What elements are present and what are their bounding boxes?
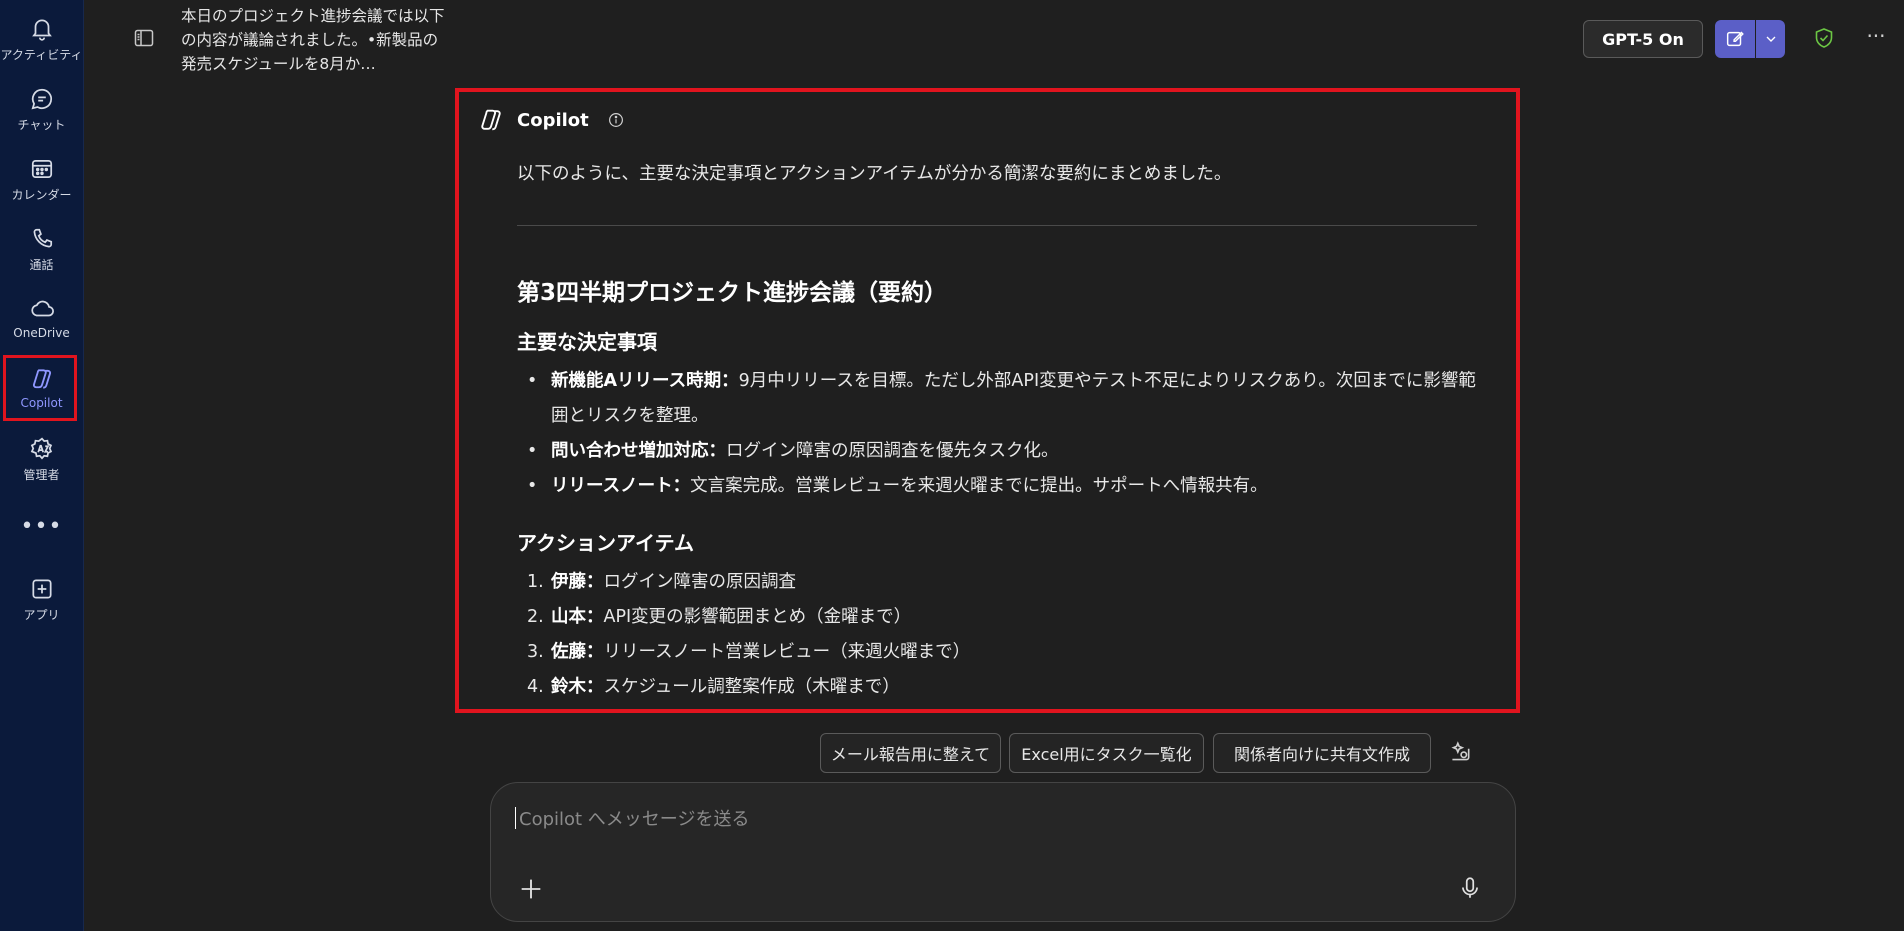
bullet: • [527, 371, 538, 391]
chevron-down-icon [1766, 36, 1775, 42]
gpt5-toggle-button[interactable]: GPT-5 On [1583, 20, 1703, 58]
rail-item-apps[interactable]: アプリ [0, 566, 83, 632]
more-options-button[interactable]: ··· [1862, 26, 1890, 52]
highlight-box [3, 355, 77, 421]
list-item: • 問い合わせ増加対応：ログイン障害の原因調査を優先タスク化。 [517, 434, 1477, 469]
rail-item-activity[interactable]: アクティビティ [0, 6, 83, 72]
add-app-icon [31, 579, 52, 599]
task-text: API変更の影響範囲まとめ（金曜まで） [603, 607, 912, 627]
microphone-button[interactable] [1457, 874, 1483, 902]
assignee: 鈴木： [551, 677, 604, 697]
info-icon[interactable] [607, 111, 625, 129]
message-input[interactable] [517, 801, 1421, 837]
bullet: • [527, 476, 538, 496]
new-chat-dropdown-button[interactable] [1756, 20, 1785, 58]
suggestion-chip-share[interactable]: 関係者向けに共有文作成 [1213, 733, 1431, 773]
more-apps-button[interactable]: ••• [0, 510, 83, 542]
rail-item-label: アプリ [23, 608, 60, 622]
compose-icon [1726, 31, 1744, 47]
chat-title[interactable]: 本日のプロジェクト進捗会議では以下の内容が議論されました。•新製品の発売スケジュ… [181, 4, 451, 76]
list-item: • 新機能Aリリース時期：9月中リリースを目標。ただし外部API変更やテスト不足… [517, 364, 1477, 434]
text-caret [515, 807, 516, 829]
response-header: Copilot [477, 105, 625, 135]
phone-icon [33, 228, 52, 248]
rail-item-label: 通話 [29, 258, 54, 272]
chat-icon [31, 88, 52, 110]
item-number: 4. [527, 677, 544, 697]
bell-icon [31, 19, 52, 41]
list-item: • リリースノート：文言案完成。営業レビューを来週火曜までに提出。サポートへ情報… [517, 469, 1477, 504]
bullet: • [527, 441, 538, 461]
decision-text: 文言案完成。営業レビューを来週火曜までに提出。サポートへ情報共有。 [690, 476, 1268, 496]
rail-item-label: カレンダー [11, 188, 72, 202]
attach-button[interactable] [517, 875, 545, 903]
plus-icon [521, 879, 541, 899]
rail-item-calendar[interactable]: カレンダー [0, 146, 83, 212]
rail-item-label: OneDrive [13, 326, 70, 340]
item-number: 3. [527, 642, 544, 662]
assignee: 山本： [551, 607, 604, 627]
shield-check-icon [1815, 28, 1833, 48]
rail-item-admin[interactable]: 管理者 [0, 426, 83, 492]
decision-term: 新機能Aリリース時期： [551, 371, 739, 391]
app-rail: アクティビティ チャット カレンダー 通話 OneDrive Copilot 管… [0, 0, 84, 931]
microphone-icon [1462, 877, 1478, 898]
message-composer [490, 782, 1516, 922]
suggestion-chip-email[interactable]: メール報告用に整えて [820, 733, 1001, 773]
list-item: 1. 伊藤：ログイン障害の原因調査 [517, 565, 1477, 600]
decision-term: リリースノート： [551, 476, 691, 496]
more-suggestions-button[interactable] [1447, 739, 1475, 767]
decisions-list: • 新機能Aリリース時期：9月中リリースを目標。ただし外部API変更やテスト不足… [517, 364, 1477, 504]
assignee: 伊藤： [551, 572, 604, 592]
actions-heading: アクションアイテム [517, 531, 694, 555]
list-item: 2. 山本：API変更の影響範囲まとめ（金曜まで） [517, 600, 1477, 635]
rail-item-label: チャット [17, 118, 66, 132]
response-intro: 以下のように、主要な決定事項とアクションアイテムが分かる簡潔な要約にまとめました… [517, 164, 1232, 184]
item-number: 2. [527, 607, 544, 627]
divider [517, 225, 1477, 226]
decisions-heading: 主要な決定事項 [517, 330, 657, 354]
rail-item-label: アクティビティ [0, 48, 83, 62]
sidebar-toggle-icon [134, 29, 154, 47]
rail-item-copilot[interactable]: Copilot [0, 355, 83, 422]
list-item: 3. 佐藤：リリースノート営業レビュー（来週火曜まで） [517, 635, 1477, 670]
list-item: 4. 鈴木：スケジュール調整案作成（木曜まで） [517, 670, 1477, 705]
summary-title: 第3四半期プロジェクト進捗会議（要約） [517, 280, 948, 306]
cloud-icon [30, 300, 54, 317]
suggestion-chip-excel[interactable]: Excel用にタスク一覧化 [1009, 733, 1204, 773]
item-number: 1. [527, 572, 544, 592]
copilot-logo-icon [481, 109, 501, 131]
rail-item-onedrive[interactable]: OneDrive [0, 286, 83, 352]
task-text: リリースノート営業レビュー（来週火曜まで） [603, 642, 971, 662]
rail-item-calls[interactable]: 通話 [0, 216, 83, 282]
task-text: ログイン障害の原因調査 [603, 572, 797, 592]
sender-name: Copilot [517, 109, 589, 131]
actions-list: 1. 伊藤：ログイン障害の原因調査 2. 山本：API変更の影響範囲まとめ（金曜… [517, 565, 1477, 705]
sparkle-refresh-icon [1451, 741, 1470, 761]
assignee: 佐藤： [551, 642, 604, 662]
decision-term: 問い合わせ増加対応： [551, 441, 726, 461]
calendar-icon [31, 160, 52, 178]
admin-icon [30, 437, 52, 460]
new-chat-button[interactable] [1715, 20, 1755, 58]
protection-button[interactable] [1812, 26, 1838, 52]
rail-item-chat[interactable]: チャット [0, 76, 83, 142]
sidebar-toggle-button[interactable] [132, 26, 158, 52]
task-text: スケジュール調整案作成（木曜まで） [603, 677, 900, 697]
rail-item-label: 管理者 [23, 468, 60, 482]
decision-text: ログイン障害の原因調査を優先タスク化。 [726, 441, 1059, 461]
